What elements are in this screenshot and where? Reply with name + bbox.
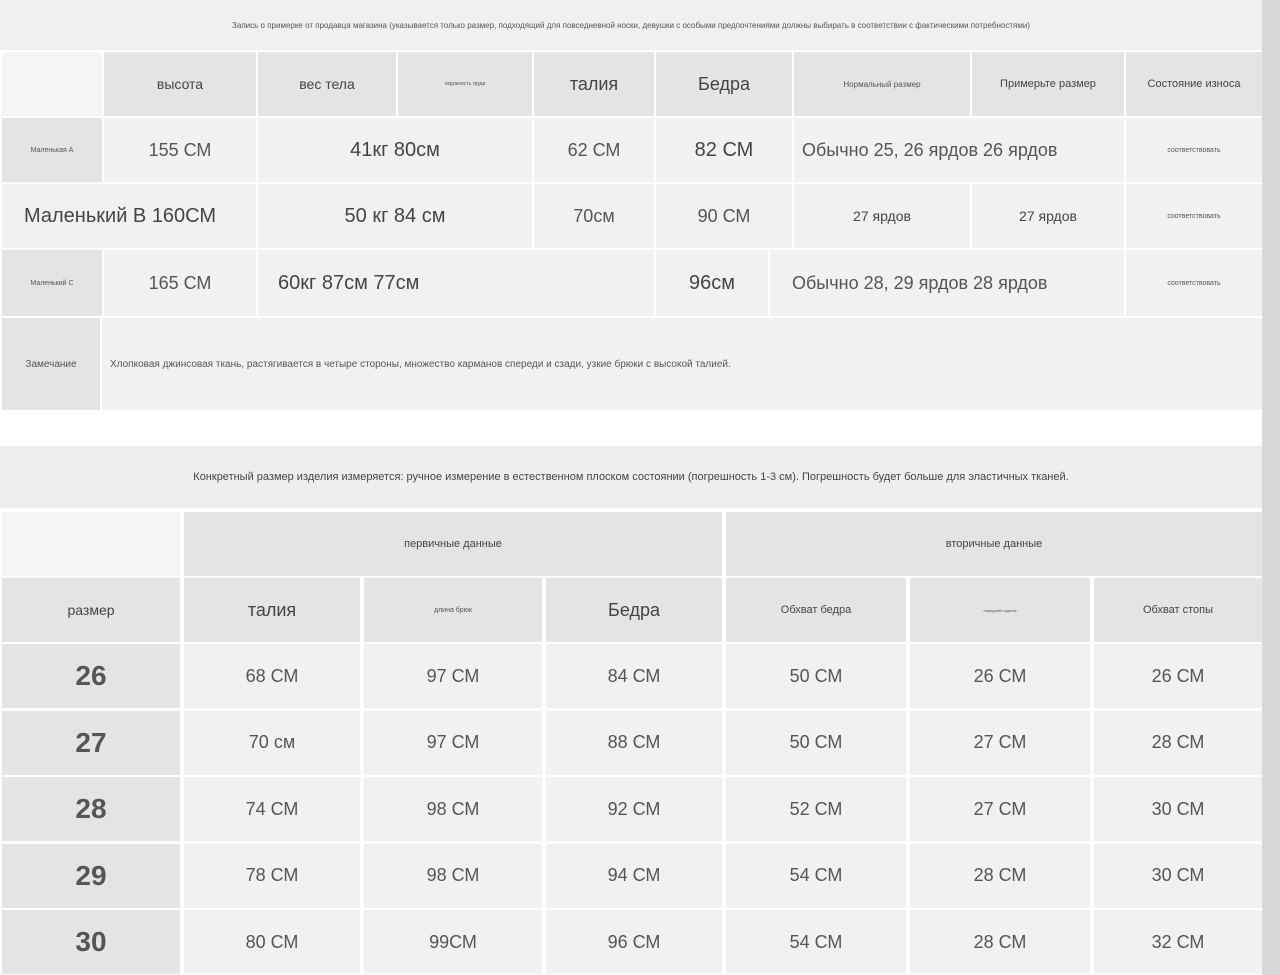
size-27-thigh: 50 СМ bbox=[726, 710, 906, 775]
row-c-status: соответствовать bbox=[1126, 250, 1262, 316]
size-28: 28 bbox=[2, 777, 180, 841]
size-27-rise: 27 СМ bbox=[910, 710, 1090, 775]
col-hips: Бедра bbox=[546, 578, 722, 642]
row-a-weight-chest: 41кг 80см bbox=[258, 118, 532, 182]
size-28-hem: 30 СМ bbox=[1094, 777, 1262, 841]
row-b-label-height: Маленький В 160СМ bbox=[2, 184, 256, 248]
row-b-normal: 27 ярдов bbox=[794, 184, 970, 248]
col-thigh: Обхват бедра bbox=[726, 578, 906, 642]
size-26: 26 bbox=[2, 644, 180, 708]
row-a-label: Маленькая А bbox=[2, 118, 102, 182]
size-27: 27 bbox=[2, 710, 180, 775]
size-30-hips: 96 СМ bbox=[546, 910, 722, 974]
size-26-hem: 26 СМ bbox=[1094, 644, 1262, 708]
header-hips: Бедра bbox=[656, 52, 792, 116]
row-c-weight-chest-waist: 60кг 87см 77см bbox=[258, 250, 654, 316]
header-height: высота bbox=[104, 52, 256, 116]
row-c-normal-try: Обычно 28, 29 ярдов 28 ярдов bbox=[770, 250, 1124, 316]
size-28-rise: 27 СМ bbox=[910, 777, 1090, 841]
row-a-waist: 62 СМ bbox=[534, 118, 654, 182]
size-28-length: 98 СМ bbox=[364, 777, 542, 841]
col-hem: Обхват стопы bbox=[1094, 578, 1262, 642]
size-30-hem: 32 СМ bbox=[1094, 910, 1262, 974]
size-27-hips: 88 СМ bbox=[546, 710, 722, 775]
size-29: 29 bbox=[2, 843, 180, 908]
size-30-length: 99СМ bbox=[364, 910, 542, 974]
col-length: длина брюк bbox=[364, 578, 542, 642]
row-a-height: 155 СМ bbox=[104, 118, 256, 182]
size-30: 30 bbox=[2, 910, 180, 974]
fitting-header-empty bbox=[2, 52, 102, 116]
header-chest: окружность груди bbox=[398, 52, 532, 116]
measure-title: Конкретный размер изделия измеряется: ру… bbox=[193, 471, 1069, 483]
size-29-hips: 94 СМ bbox=[546, 843, 722, 908]
size-27-hem: 28 СМ bbox=[1094, 710, 1262, 775]
group-header-empty bbox=[2, 512, 180, 576]
size-29-length: 98 СМ bbox=[364, 843, 542, 908]
size-26-hips: 84 СМ bbox=[546, 644, 722, 708]
row-b-try: 27 ярдов bbox=[972, 184, 1124, 248]
fitting-title-bar: Запись о примерке от продавца магазина (… bbox=[0, 0, 1262, 50]
row-b-weight-chest: 50 кг 84 см bbox=[258, 184, 532, 248]
header-waist: талия bbox=[534, 52, 654, 116]
size-26-waist: 68 СМ bbox=[184, 644, 360, 708]
measure-title-bar: Конкретный размер изделия измеряется: ру… bbox=[0, 446, 1262, 508]
size-26-thigh: 50 СМ bbox=[726, 644, 906, 708]
group-secondary: вторичные данные bbox=[726, 512, 1262, 576]
header-normal-size: Нормальный размер bbox=[794, 52, 970, 116]
remark-text: Хлопковая джинсовая ткань, растягивается… bbox=[102, 318, 1262, 410]
size-30-waist: 80 СМ bbox=[184, 910, 360, 974]
row-c-height: 165 СМ bbox=[104, 250, 256, 316]
size-30-thigh: 54 СМ bbox=[726, 910, 906, 974]
row-c-hips: 96см bbox=[656, 250, 768, 316]
col-rise: передний подъем bbox=[910, 578, 1090, 642]
scrollbar[interactable] bbox=[1262, 0, 1280, 975]
row-a-hips: 82 СМ bbox=[656, 118, 792, 182]
size-26-length: 97 СМ bbox=[364, 644, 542, 708]
row-b-status: соответствовать bbox=[1126, 184, 1262, 248]
header-try-size: Примерьте размер bbox=[972, 52, 1124, 116]
size-29-hem: 30 СМ bbox=[1094, 843, 1262, 908]
col-size: размер bbox=[2, 578, 180, 642]
size-29-waist: 78 СМ bbox=[184, 843, 360, 908]
size-27-length: 97 СМ bbox=[364, 710, 542, 775]
size-30-rise: 28 СМ bbox=[910, 910, 1090, 974]
row-a-status: соответствовать bbox=[1126, 118, 1262, 182]
row-b-hips: 90 СМ bbox=[656, 184, 792, 248]
size-27-waist: 70 см bbox=[184, 710, 360, 775]
fitting-title: Запись о примерке от продавца магазина (… bbox=[232, 20, 1030, 30]
size-29-rise: 28 СМ bbox=[910, 843, 1090, 908]
size-26-rise: 26 СМ bbox=[910, 644, 1090, 708]
row-b-waist: 70см bbox=[534, 184, 654, 248]
remark-label: Замечание bbox=[2, 318, 100, 410]
group-primary: первичные данные bbox=[184, 512, 722, 576]
col-waist: талия bbox=[184, 578, 360, 642]
size-29-thigh: 54 СМ bbox=[726, 843, 906, 908]
header-wear-status: Состояние износа bbox=[1126, 52, 1262, 116]
size-28-waist: 74 СМ bbox=[184, 777, 360, 841]
size-28-thigh: 52 СМ bbox=[726, 777, 906, 841]
row-a-normal-try: Обычно 25, 26 ярдов 26 ярдов bbox=[794, 118, 1124, 182]
size-28-hips: 92 СМ bbox=[546, 777, 722, 841]
header-weight: вес тела bbox=[258, 52, 396, 116]
row-c-label: Маленький С bbox=[2, 250, 102, 316]
